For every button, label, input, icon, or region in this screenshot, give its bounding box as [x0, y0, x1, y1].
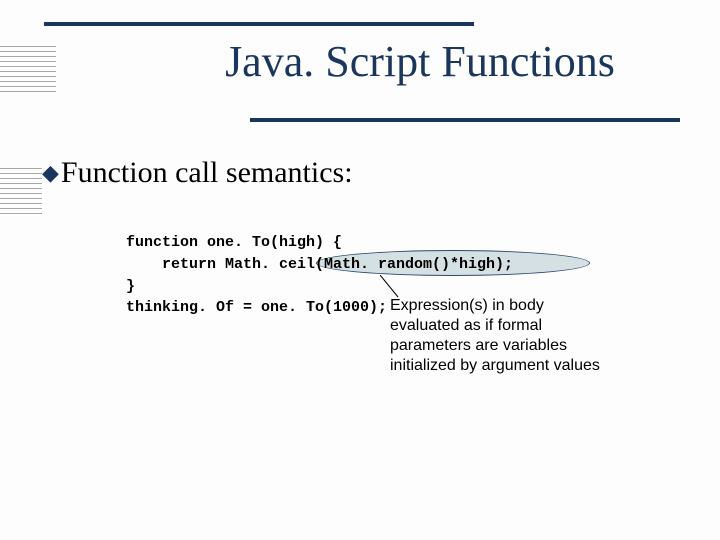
bullet-marker-icon: ◆ [42, 162, 59, 184]
title-rule-top [44, 22, 474, 26]
slide: Java. Script Functions ◆ Function call s… [0, 0, 720, 540]
decorative-stripes-mid [0, 168, 42, 218]
callout-text: Expression(s) in body evaluated as if fo… [390, 296, 610, 376]
slide-title: Java. Script Functions [0, 36, 700, 87]
code-line: } [126, 276, 513, 298]
title-rule-bottom [250, 118, 680, 122]
bullet-text: Function call semantics: [61, 156, 353, 190]
bullet-point: ◆ Function call semantics: [42, 156, 353, 190]
code-line: function one. To(high) { [126, 232, 513, 254]
code-line: return Math. ceil(Math. random()*high); [126, 254, 513, 276]
